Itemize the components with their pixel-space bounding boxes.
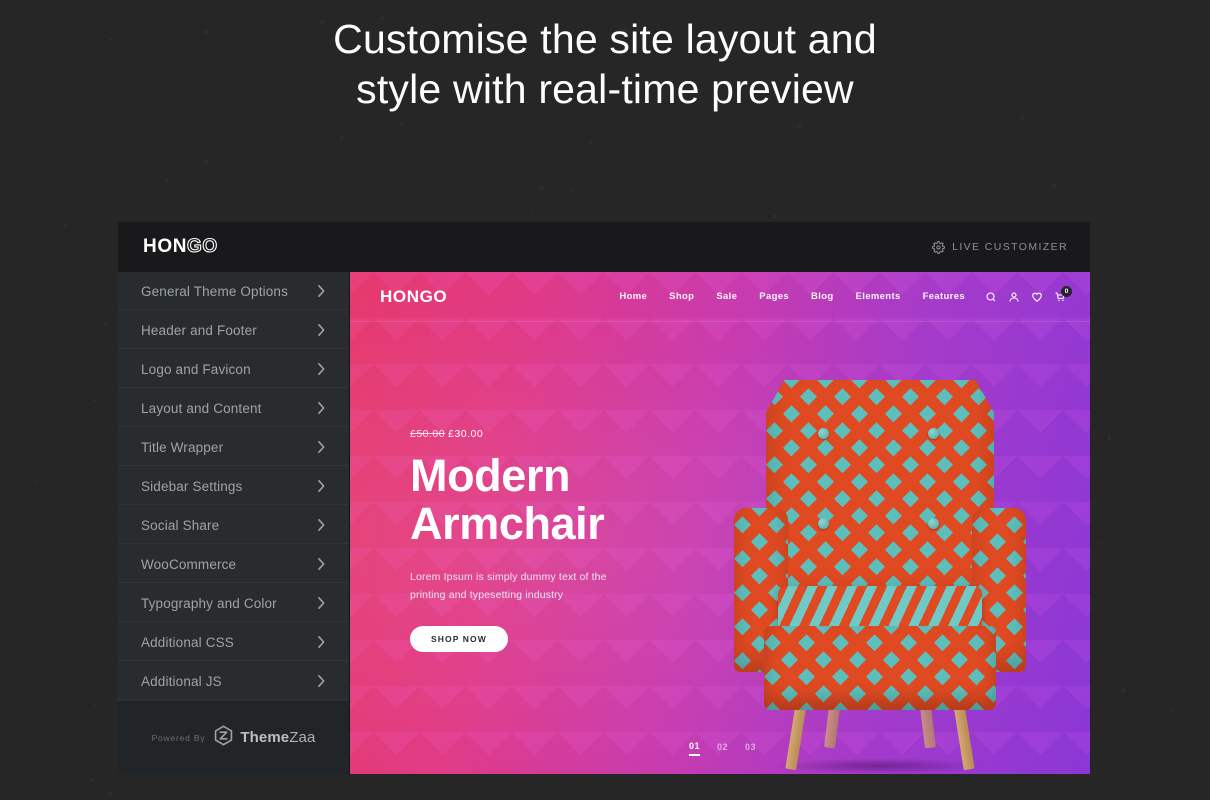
preview-hongo-logo[interactable]: HONGO bbox=[380, 287, 447, 307]
product-image-armchair bbox=[730, 380, 1030, 774]
sidebar-item-label: Typography and Color bbox=[141, 595, 277, 611]
sidebar-item-label: General Theme Options bbox=[141, 283, 288, 299]
nav-link-pages[interactable]: Pages bbox=[759, 291, 789, 302]
customizer-sidebar: General Theme Options Header and Footer Lo… bbox=[118, 272, 350, 774]
hongo-logo-outline: GO bbox=[186, 235, 218, 257]
sidebar-item-label: WooCommerce bbox=[141, 556, 237, 572]
chair-button-tuft bbox=[818, 428, 829, 439]
sidebar-item-title-wrapper[interactable]: Title Wrapper bbox=[118, 428, 349, 467]
page-title-line-1: Customise the site layout and bbox=[333, 16, 877, 62]
live-customizer-label: LIVE CUSTOMIZER bbox=[952, 241, 1068, 253]
chair-shadow bbox=[774, 758, 986, 774]
cart-badge: 0 bbox=[1061, 285, 1072, 297]
chevron-right-icon bbox=[318, 363, 325, 375]
sidebar-item-additional-js[interactable]: Additional JS bbox=[118, 662, 349, 701]
sidebar-item-label: Social Share bbox=[141, 517, 220, 533]
chevron-right-icon bbox=[318, 558, 325, 570]
theme-customizer-panel: HONGO LIVE CUSTOMIZER General Theme Opti… bbox=[118, 222, 1090, 774]
sidebar-item-label: Logo and Favicon bbox=[141, 361, 251, 377]
nav-link-elements[interactable]: Elements bbox=[856, 291, 901, 302]
themezaa-brand-bold: Theme bbox=[240, 729, 290, 746]
nav-link-sale[interactable]: Sale bbox=[716, 291, 737, 302]
live-customizer-button[interactable]: LIVE CUSTOMIZER bbox=[932, 240, 1068, 254]
price-sale: £30.00 bbox=[448, 428, 484, 440]
sidebar-item-typography-and-color[interactable]: Typography and Color bbox=[118, 584, 349, 623]
sidebar-item-label: Additional CSS bbox=[141, 634, 234, 650]
hero-slider-pagination: 01 02 03 bbox=[689, 741, 756, 756]
price-original: £50.00 bbox=[410, 428, 446, 440]
sidebar-footer: Powered By ThemeZaa bbox=[118, 701, 349, 774]
chevron-right-icon bbox=[318, 324, 325, 336]
chair-button-tuft bbox=[928, 428, 939, 439]
sidebar-item-sidebar-settings[interactable]: Sidebar Settings bbox=[118, 467, 349, 506]
sidebar-item-social-share[interactable]: Social Share bbox=[118, 506, 349, 545]
search-icon[interactable] bbox=[985, 291, 997, 303]
chair-button-tuft bbox=[928, 518, 939, 529]
preview-header-icons: 0 bbox=[985, 285, 1072, 303]
live-preview-frame: HONGO Home Shop Sale Pages Blog Elements Featu… bbox=[350, 272, 1090, 774]
hongo-logo: HONGO bbox=[143, 235, 218, 258]
sidebar-item-label: Layout and Content bbox=[141, 400, 262, 416]
chevron-right-icon bbox=[318, 285, 325, 297]
hongo-logo-bold: HON bbox=[143, 236, 188, 257]
chair-button-tuft bbox=[818, 518, 829, 529]
preview-logo-bold: HON bbox=[380, 286, 420, 306]
chevron-right-icon bbox=[318, 402, 325, 414]
nav-link-home[interactable]: Home bbox=[619, 291, 647, 302]
sidebar-item-additional-css[interactable]: Additional CSS bbox=[118, 623, 349, 662]
hero-description-line-2: printing and typesetting industry bbox=[410, 588, 564, 601]
powered-by-label: Powered By bbox=[151, 732, 206, 743]
themezaa-hexagon-icon bbox=[213, 724, 234, 751]
sidebar-item-general-theme-options[interactable]: General Theme Options bbox=[118, 272, 349, 311]
chevron-right-icon bbox=[318, 636, 325, 648]
slider-page-02[interactable]: 02 bbox=[717, 742, 728, 755]
chevron-right-icon bbox=[318, 441, 325, 453]
sidebar-item-label: Header and Footer bbox=[141, 322, 257, 338]
nav-link-features[interactable]: Features bbox=[923, 291, 965, 302]
themezaa-logo: ThemeZaa bbox=[213, 724, 315, 751]
cart-icon[interactable]: 0 bbox=[1054, 285, 1072, 303]
nav-link-blog[interactable]: Blog bbox=[811, 291, 834, 302]
themezaa-brand-light: Zaa bbox=[289, 729, 316, 746]
sidebar-item-layout-and-content[interactable]: Layout and Content bbox=[118, 389, 349, 428]
preview-site-header: HONGO Home Shop Sale Pages Blog Elements Featu… bbox=[350, 272, 1090, 322]
sidebar-item-header-and-footer[interactable]: Header and Footer bbox=[118, 311, 349, 350]
chevron-right-icon bbox=[318, 519, 325, 531]
sidebar-item-label: Additional JS bbox=[141, 673, 222, 689]
sidebar-item-label: Sidebar Settings bbox=[141, 478, 243, 494]
panel-header: HONGO LIVE CUSTOMIZER bbox=[118, 222, 1090, 272]
chair-backrest bbox=[766, 380, 994, 612]
preview-logo-outline: GO bbox=[419, 286, 448, 306]
themezaa-wordmark: ThemeZaa bbox=[240, 729, 315, 746]
slider-page-01[interactable]: 01 bbox=[689, 741, 701, 756]
chevron-right-icon bbox=[318, 480, 325, 492]
user-icon[interactable] bbox=[1008, 291, 1020, 303]
chair-front-panel bbox=[764, 626, 996, 710]
chevron-right-icon bbox=[318, 597, 325, 609]
sidebar-item-logo-and-favicon[interactable]: Logo and Favicon bbox=[118, 350, 349, 389]
sidebar-item-woocommerce[interactable]: WooCommerce bbox=[118, 545, 349, 584]
nav-link-shop[interactable]: Shop bbox=[669, 291, 694, 302]
customizer-menu-list: General Theme Options Header and Footer Lo… bbox=[118, 272, 349, 701]
shop-now-button[interactable]: SHOP NOW bbox=[410, 626, 508, 652]
hero-description: Lorem Ipsum is simply dummy text of the … bbox=[410, 569, 620, 604]
hero-description-line-1: Lorem Ipsum is simply dummy text of the bbox=[410, 571, 607, 584]
heart-icon[interactable] bbox=[1031, 291, 1043, 303]
page-title-line-2: style with real-time preview bbox=[356, 66, 854, 113]
chevron-right-icon bbox=[318, 675, 325, 687]
page-title: Customise the site layout and style with… bbox=[0, 14, 1210, 114]
preview-nav-menu: Home Shop Sale Pages Blog Elements Features bbox=[619, 291, 965, 302]
gear-icon bbox=[932, 240, 946, 254]
slider-page-03[interactable]: 03 bbox=[745, 742, 756, 755]
sidebar-item-label: Title Wrapper bbox=[141, 439, 224, 455]
